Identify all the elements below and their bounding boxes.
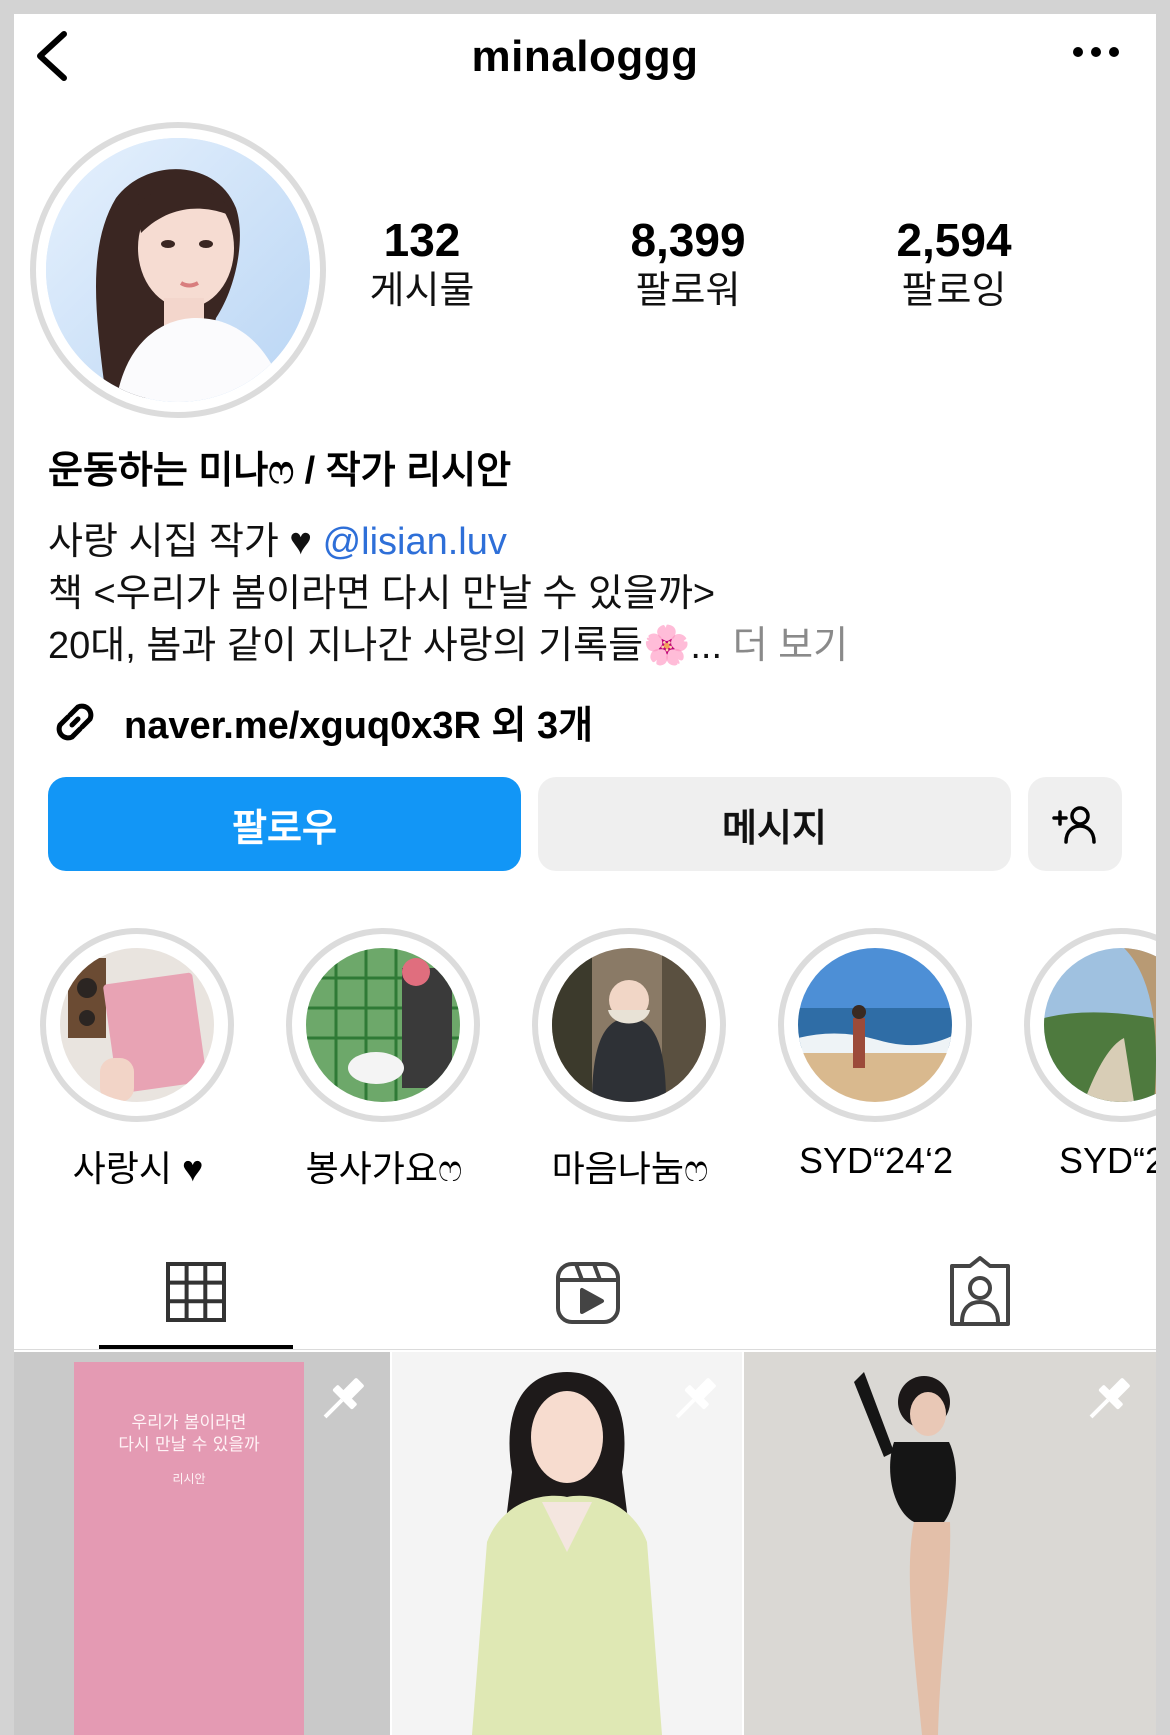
highlight-item[interactable]: 사랑시 ♥ [40,928,236,1192]
pin-icon [323,1378,364,1419]
book-author: 리시안 [172,1472,206,1486]
highlight-cover [552,948,706,1102]
link-icon [56,703,94,740]
post-tile[interactable] [392,1352,742,1735]
follow-button[interactable]: 팔로우 [48,777,521,871]
highlight-ring [40,928,234,1122]
highlight-item[interactable]: SYD“24 [1024,928,1156,1182]
mention-link[interactable]: @lisian.luv [323,521,507,563]
highlight-label: SYD“24 [1058,1140,1156,1181]
bio-line-1: 사랑 시집 작가 ♥ @lisian.luv [48,510,507,565]
highlight-cover [60,948,214,1102]
bio-ellipsis: ... [690,625,733,667]
posts-label: 게시물 [369,270,475,312]
highlight-cover [798,948,952,1102]
book-cover: 우리가 봄이라면 다시 만날 수 있을까 리시안 [74,1362,304,1735]
highlight-ring [532,928,726,1122]
highlight-ring [778,928,972,1122]
post-tile[interactable] [744,1352,1156,1735]
highlight-item[interactable]: 마음나눔ෆ [532,928,728,1192]
highlight-label: 사랑시 ♥ [72,1148,204,1189]
bio-line-2: 책 <우리가 봄이라면 다시 만날 수 있을까> [48,573,716,615]
following-count: 2,594 [896,214,1012,266]
tab-divider [14,1349,1156,1350]
pin-icon [675,1378,716,1419]
posts-count: 132 [383,214,461,266]
reels-icon[interactable] [548,1252,628,1332]
bio-text-1: 사랑 시집 작가 ♥ [48,521,323,563]
following-stat[interactable]: 2,594 팔로잉 [844,214,1064,316]
highlight-label: 봉사가요ෆ [305,1148,463,1189]
external-link[interactable]: naver.me/xguq0x3R 외 3개 [48,694,593,749]
book-title-1: 우리가 봄이라면 [131,1413,247,1433]
add-person-icon [1052,806,1096,844]
book-title-2: 다시 만날 수 있을까 [118,1435,260,1455]
grid-icon[interactable] [156,1252,236,1332]
link-text: naver.me/xguq0x3R 외 3개 [124,705,594,747]
message-button[interactable]: 메시지 [538,777,1011,871]
highlight-item[interactable]: 봉사가요ෆ [286,928,482,1192]
bio-line-3: 20대, 봄과 같이 지나간 사랑의 기록들🌸... 더 보기 [48,614,848,669]
more-link[interactable]: 더 보기 [733,625,848,667]
highlight-ring [1024,928,1156,1122]
highlight-cover [1044,948,1156,1102]
username-title: minaloggg [471,32,699,81]
ellipsis-icon[interactable] [1066,32,1126,72]
highlight-label: SYD“24‘2 [798,1140,954,1181]
highlight-label: 마음나눔ෆ [551,1148,709,1189]
add-person-button[interactable] [1028,777,1122,871]
pin-icon [1089,1378,1130,1419]
tagged-icon[interactable] [940,1252,1020,1332]
post-tile[interactable]: 우리가 봄이라면 다시 만날 수 있을까 리시안 [14,1352,390,1735]
highlight-ring [286,928,480,1122]
followers-stat[interactable]: 8,399 팔로워 [578,214,798,316]
avatar[interactable] [46,138,310,402]
following-label: 팔로잉 [901,270,1007,312]
followers-count: 8,399 [630,214,746,266]
followers-label: 팔로워 [635,270,741,312]
highlight-item[interactable]: SYD“24‘2 [778,928,974,1182]
highlight-cover [306,948,460,1102]
bio-text-3: 20대, 봄과 같이 지나간 사랑의 기록들🌸 [48,625,691,667]
posts-stat[interactable]: 132 게시물 [312,214,532,316]
profile-screen: minaloggg 132 게시물 8,399 팔로워 2,594 팔로잉 운동… [14,14,1156,1735]
profile-name: 운동하는 미나ෆ / 작가 리시안 [48,450,512,492]
